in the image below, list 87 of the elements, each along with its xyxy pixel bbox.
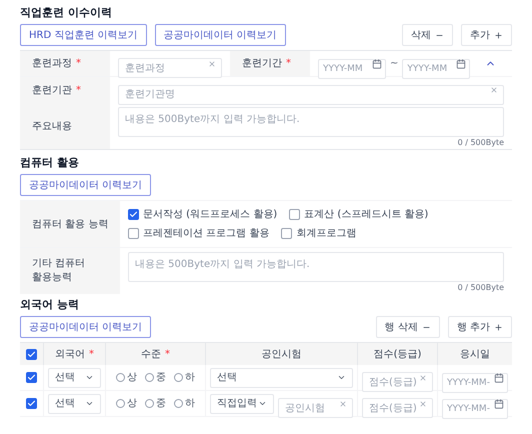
chevron-down-icon [258, 399, 267, 408]
text-area[interactable]: 내용은 500Byte까지 입력 가능합니다. [128, 252, 504, 282]
radio-button[interactable] [145, 373, 154, 382]
field-label: 훈련기간 [242, 57, 282, 71]
plus-icon [494, 30, 503, 40]
date-field[interactable]: YYYY-MM- [442, 398, 508, 418]
history-button[interactable]: HRD 직업훈련 이력보기 [20, 24, 147, 46]
section-title: 직업훈련 이수이력 [20, 6, 113, 20]
column-header: 외국어 [55, 348, 85, 362]
radio-label: 중 [156, 371, 166, 385]
required-mark: * [89, 348, 94, 362]
action-label: 행 추가 [456, 320, 490, 334]
clear-icon[interactable] [419, 374, 427, 382]
clear-icon[interactable] [339, 400, 347, 408]
range-separator: ~ [390, 57, 398, 71]
column-header: 점수(등급) [374, 348, 422, 362]
required-mark: * [76, 57, 81, 71]
checkbox[interactable] [26, 348, 37, 360]
radio-label: 상 [127, 397, 137, 411]
checkbox[interactable] [289, 209, 300, 220]
field-label: 주요내용 [32, 120, 72, 134]
radio-label: 하 [185, 371, 195, 385]
byte-counter: 0 / 500Byte [458, 282, 504, 294]
radio-button[interactable] [116, 373, 125, 382]
required-mark: * [286, 57, 291, 71]
date-field[interactable]: YYYY-MM [402, 58, 470, 78]
checkbox[interactable] [26, 398, 37, 409]
action-button[interactable]: 추가 [461, 24, 512, 46]
column-header: 수준 [141, 348, 161, 362]
field-label: 훈련기관 [32, 84, 72, 98]
checkbox[interactable] [128, 209, 139, 220]
select-field[interactable]: 직접입력 [210, 394, 274, 414]
checkbox-label: 프레젠테이션 프로그램 활용 [143, 227, 270, 241]
radio-button[interactable] [116, 399, 125, 408]
checkbox[interactable] [128, 228, 139, 239]
input-field[interactable]: 점수(등급) [362, 372, 433, 392]
column-header: 공인시험 [262, 348, 302, 362]
history-button[interactable]: 공공마이데이터 이력보기 [20, 174, 152, 196]
plus-icon [494, 322, 503, 332]
checkbox[interactable] [281, 228, 292, 239]
required-mark: * [76, 84, 81, 98]
checkbox[interactable] [26, 372, 37, 383]
byte-counter: 0 / 500Byte [458, 137, 504, 149]
action-label: 추가 [470, 28, 490, 42]
input-field[interactable]: 공인시험 [278, 398, 353, 418]
chevron-down-icon [337, 373, 346, 382]
history-button[interactable]: 공공마이데이터 이력보기 [20, 316, 152, 338]
history-button[interactable]: 공공마이데이터 이력보기 [154, 24, 286, 46]
required-mark: * [165, 348, 170, 362]
action-button[interactable]: 행 추가 [448, 316, 512, 338]
input-field[interactable]: 훈련기관명 [118, 84, 504, 104]
section-title: 외국어 능력 [20, 298, 80, 312]
chevron-down-icon [85, 373, 94, 382]
select-field[interactable]: 선택 [48, 394, 101, 414]
calendar-icon[interactable] [456, 58, 466, 68]
calendar-icon[interactable] [494, 372, 504, 382]
action-button[interactable]: 삭제 [402, 24, 453, 46]
radio-button[interactable] [145, 399, 154, 408]
column-header: 응시일 [460, 348, 490, 362]
date-field[interactable]: YYYY-MM [318, 58, 386, 78]
action-label: 행 삭제 [384, 320, 418, 334]
radio-label: 중 [156, 397, 166, 411]
checkbox-label: 회계프로그램 [296, 227, 356, 241]
text-area[interactable]: 내용은 500Byte까지 입력 가능합니다. [118, 107, 504, 137]
clear-icon[interactable] [419, 400, 427, 408]
clear-icon[interactable] [208, 60, 216, 68]
field-label: 기타 컴퓨터 활용능력 [20, 248, 120, 294]
checkbox-label: 문서작성 (워드프로세스 활용) [143, 208, 278, 222]
calendar-icon[interactable] [372, 58, 382, 68]
action-button[interactable]: 행 삭제 [376, 316, 440, 338]
select-field[interactable]: 선택 [210, 368, 353, 388]
radio-button[interactable] [174, 399, 183, 408]
field-label: 컴퓨터 활용 능력 [32, 218, 108, 232]
chevron-down-icon [85, 399, 94, 408]
checkbox-label: 표계산 (스프레드시트 활용) [304, 208, 428, 222]
field-label: 훈련과정 [32, 57, 72, 71]
date-field[interactable]: YYYY-MM- [442, 372, 508, 392]
calendar-icon[interactable] [494, 398, 504, 408]
radio-label: 하 [185, 397, 195, 411]
input-field[interactable]: 훈련과정 [118, 58, 222, 78]
clear-icon[interactable] [490, 86, 498, 94]
action-label: 삭제 [411, 28, 431, 42]
radio-button[interactable] [174, 373, 183, 382]
input-field[interactable]: 점수(등급) [362, 398, 433, 418]
radio-label: 상 [127, 371, 137, 385]
section-title: 컴퓨터 활용 [20, 156, 80, 170]
select-field[interactable]: 선택 [48, 368, 101, 388]
